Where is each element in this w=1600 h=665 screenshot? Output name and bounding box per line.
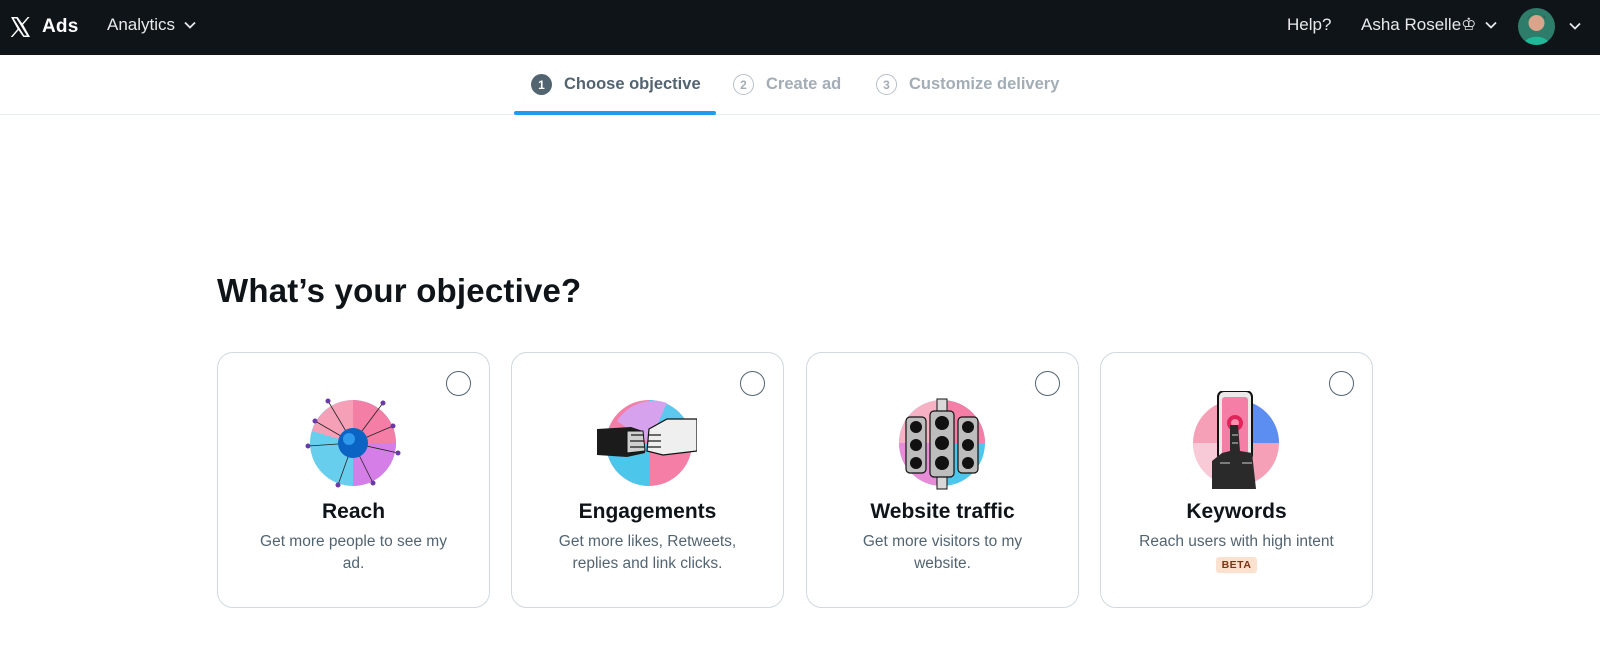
step-label: Customize delivery [909,75,1060,93]
card-title: Keywords [1186,500,1287,523]
step-customize-delivery[interactable]: 3 Customize delivery [876,74,1059,95]
traffic-light-illustration-icon [899,398,985,490]
step-number: 2 [733,74,754,95]
page-title: What’s your objective? [217,272,582,309]
chevron-down-icon [1485,21,1498,29]
brand[interactable]: Ads [8,13,79,41]
objective-card-keywords[interactable]: Keywords Reach users with high intent BE… [1100,352,1373,608]
radio-circle-icon[interactable] [1035,371,1060,396]
step-number: 1 [531,74,552,95]
card-title: Engagements [578,500,717,523]
radio-circle-icon[interactable] [740,371,765,396]
top-navigation-bar: Ads Analytics Help? Asha Roselle♔ [0,0,1600,55]
active-step-indicator [514,111,716,115]
x-logo-icon [10,17,30,37]
avatar-image [1518,8,1555,45]
card-description: Get more people to see my ad. [260,533,447,572]
objective-card-website-traffic[interactable]: Website traffic Get more visitors to my … [806,352,1079,608]
step-number: 3 [876,74,897,95]
reach-illustration-icon [305,398,401,488]
step-label: Choose objective [564,75,701,93]
chevron-down-icon[interactable] [1568,19,1582,33]
fist-bump-illustration-icon [597,400,697,486]
step-choose-objective[interactable]: 1 Choose objective [531,74,701,95]
card-title: Website traffic [870,500,1015,523]
help-label: Help? [1287,15,1332,34]
account-name: Asha Roselle♔ [1361,15,1477,34]
objective-card-reach[interactable]: Reach Get more people to see my ad. [217,352,490,608]
avatar[interactable] [1518,8,1555,45]
radio-circle-icon[interactable] [1329,371,1354,396]
beta-badge: BETA [1215,557,1258,573]
campaign-stepper: 1 Choose objective 2 Create ad 3 Customi… [0,55,1600,115]
brand-name: Ads [42,16,79,37]
radio-circle-icon[interactable] [446,371,471,396]
objective-card-engagements[interactable]: Engagements Get more likes, Retweets, re… [511,352,784,608]
card-description: Get more likes, Retweets, replies and li… [558,533,737,572]
objective-cards: Reach Get more people to see my ad. Enga… [217,352,1373,608]
step-create-ad[interactable]: 2 Create ad [733,74,841,95]
card-description: Reach users with high intent BETA [1131,531,1342,575]
analytics-menu[interactable]: Analytics [107,15,197,35]
phone-tap-illustration-icon [1193,391,1279,489]
step-label: Create ad [766,75,842,93]
card-title: Reach [321,500,386,523]
account-menu[interactable]: Asha Roselle♔ [1361,15,1498,35]
analytics-label: Analytics [107,15,176,34]
help-link[interactable]: Help? [1287,15,1331,35]
chevron-down-icon [184,21,196,29]
card-description: Get more visitors to my website. [862,533,1023,572]
card-description-text: Reach users with high intent [1139,533,1334,550]
